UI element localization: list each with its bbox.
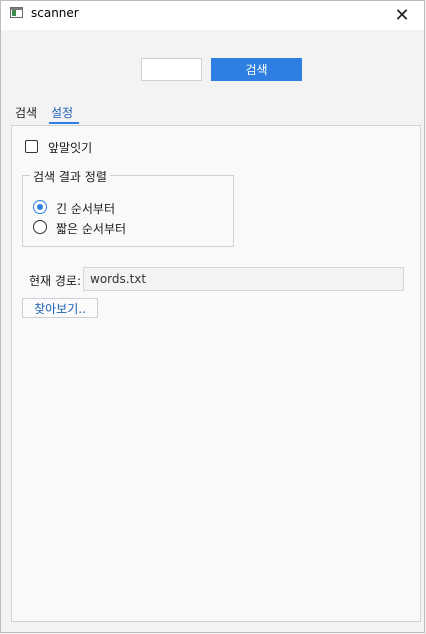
sort-group-title: 검색 결과 정렬 [30,168,110,185]
close-button[interactable]: ✕ [380,1,424,30]
sort-short-first-radio[interactable] [33,220,47,234]
tab-search[interactable]: 검색 [15,104,37,121]
autocomplete-label[interactable]: 앞말잇기 [48,139,92,156]
tab-settings[interactable]: 설정 [51,104,73,121]
current-path-label: 현재 경로: [29,274,82,288]
sort-long-first-radio[interactable] [33,200,47,214]
sort-long-first-label[interactable]: 긴 순서부터 [56,200,115,217]
current-path-field[interactable]: words.txt [83,267,404,291]
sort-groupbox [22,175,234,247]
sort-short-first-label[interactable]: 짧은 순서부터 [56,220,126,237]
status-bar [11,621,421,633]
active-tab-indicator [49,122,79,124]
title-bar[interactable]: scanner ✕ [1,1,424,30]
autocomplete-checkbox[interactable] [25,140,38,153]
browse-button[interactable]: 찾아보기.. [22,298,98,318]
close-icon: ✕ [394,5,410,26]
search-input[interactable] [141,58,202,81]
app-icon [10,7,23,18]
window-title: scanner [31,6,79,20]
search-button[interactable]: 검색 [211,58,302,81]
